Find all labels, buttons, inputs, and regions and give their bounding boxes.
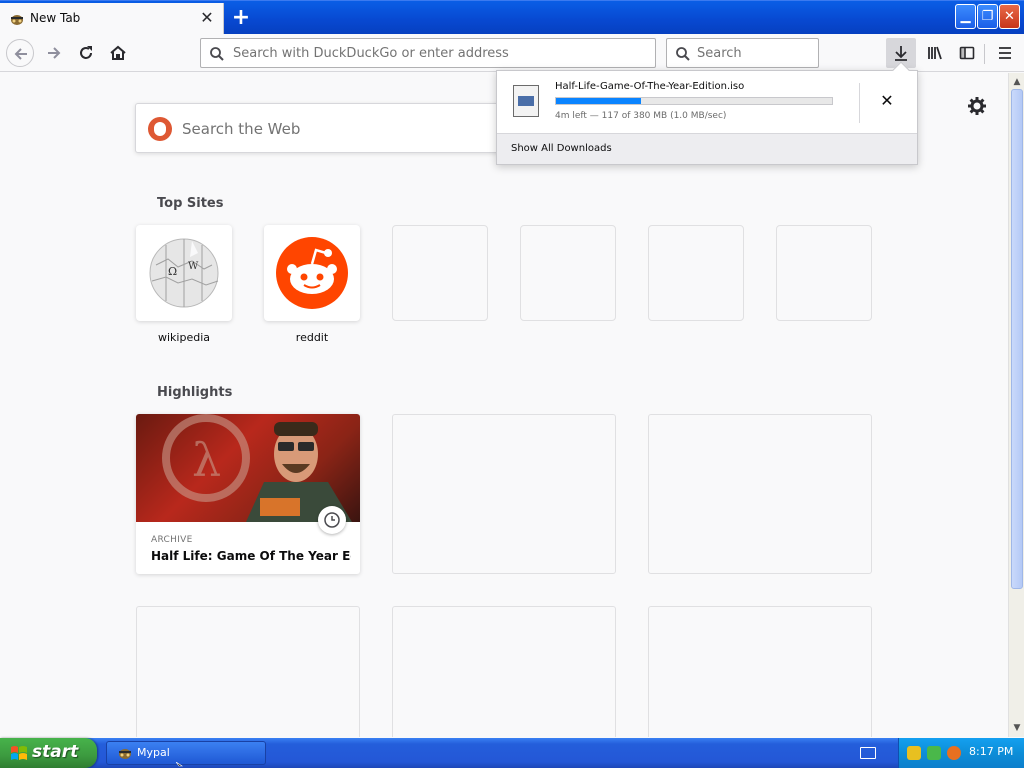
search-icon [210, 47, 224, 61]
duckduckgo-logo-icon [148, 117, 172, 141]
start-button[interactable]: start [0, 738, 97, 768]
iso-file-icon [513, 85, 539, 117]
tab-close-button[interactable]: ✕ [198, 9, 216, 27]
taskbar-item-mypal[interactable]: Mypal [106, 741, 266, 765]
taskbar-item-label: Mypal [137, 746, 170, 759]
panel-separator [859, 83, 860, 123]
highlight-card[interactable]: λ ARCHIVE Half Life: Game Of The Year Ed… [136, 414, 360, 574]
window-minimize-button[interactable]: ▁ [955, 4, 976, 29]
scroll-up-arrow-icon[interactable]: ▲ [1010, 75, 1024, 89]
show-all-downloads-button[interactable]: Show All Downloads [497, 133, 917, 164]
navigation-toolbar [0, 34, 1024, 72]
top-site-label: wikipedia [157, 331, 210, 344]
back-button[interactable] [6, 39, 34, 67]
mouse-cursor-icon [176, 762, 183, 767]
search-bar[interactable] [666, 38, 819, 68]
top-site-reddit[interactable] [264, 225, 360, 321]
vertical-scrollbar[interactable]: ▲ ▼ [1008, 73, 1024, 737]
clock-icon [324, 512, 340, 528]
top-site-wikipedia[interactable]: Ω W [136, 225, 232, 321]
svg-text:λ: λ [192, 433, 221, 487]
web-search-input[interactable] [182, 118, 482, 140]
highlight-empty-slot [392, 414, 616, 574]
top-sites-heading: Top Sites [157, 196, 224, 211]
scroll-down-arrow-icon[interactable]: ▼ [1010, 721, 1024, 735]
taskbar: start Mypal 8:17 PM [0, 738, 1024, 768]
svg-text:Ω: Ω [168, 265, 177, 278]
menu-button[interactable] [990, 38, 1020, 68]
close-icon: ✕ [1004, 9, 1015, 24]
hamburger-menu-icon [999, 47, 1011, 59]
sidebar-icon [959, 46, 975, 60]
web-search-box[interactable] [135, 103, 505, 153]
library-icon [928, 46, 942, 60]
highlights-heading: Highlights [157, 385, 233, 400]
toolbar-separator [984, 44, 985, 64]
reload-icon [80, 46, 92, 59]
mypal-favicon-icon [11, 15, 23, 25]
search-input[interactable] [697, 43, 812, 63]
new-tab-page: Top Sites Ω W wikipedia reddit Highl [0, 73, 1008, 737]
highlight-category: ARCHIVE [151, 535, 193, 545]
network-icon[interactable] [927, 746, 941, 760]
top-site-empty-slot [648, 225, 744, 321]
highlight-empty-slot [136, 606, 360, 737]
search-tray-icon[interactable] [947, 746, 961, 760]
window-restore-button[interactable]: ❐ [977, 4, 998, 29]
cancel-download-button[interactable]: ✕ [877, 91, 897, 111]
title-bar: New Tab ✕ + ▁ ❐ ✕ [0, 0, 1024, 35]
top-site-empty-slot [776, 225, 872, 321]
highlight-empty-slot [648, 606, 872, 737]
restore-icon: ❐ [981, 9, 994, 24]
download-file-name[interactable]: Half-Life-Game-Of-The-Year-Edition.iso [555, 81, 744, 92]
top-site-label: reddit [295, 331, 329, 344]
mypal-app-icon [119, 749, 131, 759]
highlight-empty-slot [648, 414, 872, 574]
window-close-button[interactable]: ✕ [999, 4, 1020, 29]
arrow-left-icon [14, 48, 27, 60]
download-status: 4m left — 117 of 380 MB (1.0 MB/sec) [555, 111, 727, 121]
wikipedia-logo-icon: Ω W [149, 238, 219, 308]
highlight-empty-slot [392, 606, 616, 737]
scrollbar-thumb[interactable] [1011, 89, 1023, 589]
taskbar-clock: 8:17 PM [969, 745, 1014, 758]
download-progress-bar [555, 97, 833, 105]
start-label: start [32, 742, 79, 762]
gear-icon[interactable] [966, 95, 988, 117]
forward-button[interactable] [40, 39, 68, 67]
home-icon [110, 45, 126, 60]
download-progress-fill [556, 98, 641, 104]
tab-new-tab[interactable]: New Tab ✕ [0, 3, 224, 35]
downloads-panel: Half-Life-Game-Of-The-Year-Edition.iso 4… [496, 61, 918, 165]
tab-title: New Tab [30, 11, 81, 25]
download-icon [895, 46, 907, 61]
security-shield-icon[interactable] [907, 746, 921, 760]
home-button[interactable] [104, 39, 132, 67]
reddit-logo-icon [276, 237, 348, 309]
show-all-downloads-label: Show All Downloads [511, 143, 612, 154]
top-site-empty-slot [392, 225, 488, 321]
system-tray: 8:17 PM [898, 738, 1024, 768]
library-button[interactable] [920, 38, 950, 68]
windows-logo-icon [11, 746, 27, 760]
url-bar[interactable] [200, 38, 656, 68]
search-icon [676, 47, 690, 61]
arrow-right-icon [48, 47, 61, 59]
svg-text:W: W [188, 261, 199, 272]
sidebar-button[interactable] [952, 38, 982, 68]
new-tab-button[interactable]: + [228, 5, 254, 31]
top-site-empty-slot [520, 225, 616, 321]
highlight-title: Half Life: Game Of The Year Edit... [151, 549, 351, 563]
reload-button[interactable] [72, 39, 100, 67]
url-input[interactable] [233, 43, 633, 63]
keyboard-layout-icon[interactable] [860, 747, 876, 759]
history-clock-badge [318, 506, 346, 534]
minimize-icon: ▁ [960, 9, 971, 24]
